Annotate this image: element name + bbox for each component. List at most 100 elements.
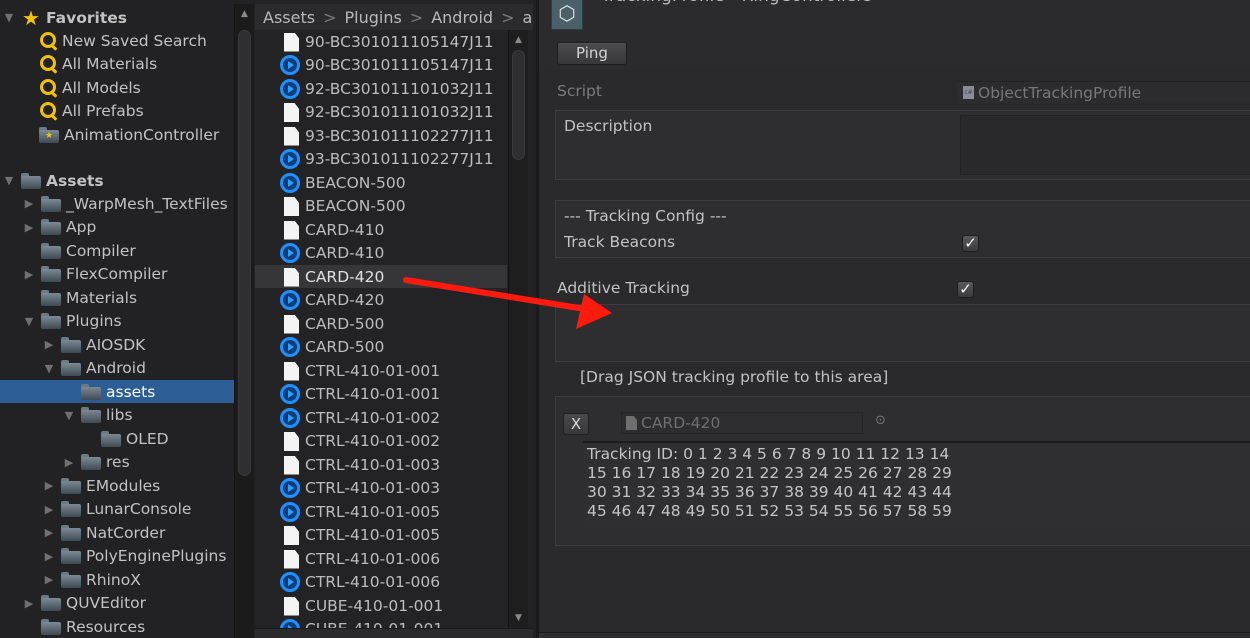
- tree-item-label: assets: [106, 382, 156, 401]
- file-item[interactable]: 93-BC301011102277J11: [255, 124, 507, 147]
- description-textarea[interactable]: [960, 115, 1250, 175]
- expand-arrow-icon[interactable]: ▶: [62, 455, 76, 469]
- file-list-scroll-thumb[interactable]: [512, 50, 525, 160]
- file-item[interactable]: BEACON-500: [255, 195, 507, 218]
- file-item[interactable]: CTRL-410-01-002: [255, 406, 507, 429]
- file-item[interactable]: 93-BC301011102277J11: [255, 148, 507, 171]
- file-item[interactable]: CUBE-410-01-001: [255, 594, 507, 617]
- collapse-arrow-icon[interactable]: ▼: [22, 314, 36, 328]
- breadcrumb-item[interactable]: a: [522, 8, 532, 27]
- expand-arrow-icon[interactable]: ▶: [42, 573, 56, 587]
- file-item[interactable]: CTRL-410-01-001: [255, 359, 507, 382]
- file-list-scrollbar[interactable]: ▲ ▼: [508, 30, 528, 628]
- file-item[interactable]: 90-BC301011105147J11: [255, 30, 507, 53]
- favorite-item[interactable]: All Materials: [0, 53, 234, 76]
- tracking-ids-line: 15 16 17 18 19 20 21 22 23 24 25 26 27 2…: [587, 464, 952, 482]
- breadcrumb-item[interactable]: Android: [431, 8, 493, 27]
- tree-item[interactable]: ▶ RhinoX: [0, 568, 234, 591]
- expand-arrow-icon[interactable]: ▼: [2, 11, 16, 25]
- expand-arrow-icon[interactable]: ▶: [22, 197, 36, 211]
- expand-arrow-icon[interactable]: ▼: [2, 174, 16, 188]
- tree-scrollbar[interactable]: ▲: [234, 4, 254, 638]
- tree-item[interactable]: ▼ Plugins: [0, 310, 234, 333]
- tree-item[interactable]: ▼ libs: [0, 404, 234, 427]
- file-item[interactable]: CARD-420: [255, 289, 507, 312]
- tree-item[interactable]: ▶ EModules: [0, 474, 234, 497]
- remove-entry-button[interactable]: X: [563, 413, 589, 435]
- breadcrumb-item[interactable]: Assets: [263, 8, 315, 27]
- file-item[interactable]: CTRL-410-01-005: [255, 500, 507, 523]
- tree-item[interactable]: assets: [0, 380, 234, 403]
- tree-item[interactable]: ▶ NatCorder: [0, 521, 234, 544]
- file-item[interactable]: CTRL-410-01-005: [255, 524, 507, 547]
- tree-item[interactable]: ▶ FlexCompiler: [0, 263, 234, 286]
- animation-clip-icon: [280, 337, 302, 357]
- tree-item[interactable]: ▼ Android: [0, 357, 234, 380]
- favorite-item[interactable]: New Saved Search: [0, 29, 234, 52]
- file-item[interactable]: 90-BC301011105147J11: [255, 54, 507, 77]
- tree-item-label: EModules: [86, 476, 161, 495]
- file-item[interactable]: CUBE-410-01-001: [255, 618, 507, 628]
- file-item[interactable]: 92-BC301011101032J11: [255, 77, 507, 100]
- tree-item[interactable]: Compiler: [0, 239, 234, 262]
- file-item-label: 90-BC301011105147J11: [305, 56, 494, 74]
- file-item-label: CUBE-410-01-001: [305, 620, 443, 628]
- tree-item[interactable]: ▶ App: [0, 216, 234, 239]
- tree-item[interactable]: Resources: [0, 615, 234, 638]
- object-picker-icon[interactable]: ⊙: [875, 413, 886, 428]
- text-asset-icon: [280, 314, 302, 334]
- tree-item[interactable]: ▶ PolyEnginePlugins: [0, 545, 234, 568]
- file-item[interactable]: CARD-420: [255, 265, 507, 288]
- expand-arrow-icon[interactable]: ▶: [42, 502, 56, 516]
- scroll-up-arrow-icon[interactable]: ▲: [235, 6, 254, 22]
- tree-item[interactable]: ▶ QUVEditor: [0, 592, 234, 615]
- expand-arrow-icon[interactable]: ▶: [42, 479, 56, 493]
- breadcrumb-item[interactable]: Plugins: [344, 8, 401, 27]
- tree-scroll-thumb[interactable]: [238, 30, 251, 476]
- expand-arrow-icon[interactable]: ▶: [22, 220, 36, 234]
- expand-arrow-icon[interactable]: ▶: [42, 549, 56, 563]
- file-item[interactable]: CTRL-410-01-006: [255, 547, 507, 570]
- tree-item[interactable]: OLED: [0, 427, 234, 450]
- tree-item[interactable]: ▶ LunarConsole: [0, 498, 234, 521]
- track-beacons-checkbox[interactable]: ✓: [962, 235, 979, 252]
- additive-tracking-checkbox[interactable]: ✓: [957, 281, 974, 298]
- file-item[interactable]: CTRL-410-01-006: [255, 571, 507, 594]
- tree-item[interactable]: Materials: [0, 286, 234, 309]
- file-item-label: CTRL-410-01-005: [305, 526, 441, 544]
- scroll-up-arrow-icon[interactable]: ▲: [509, 32, 528, 48]
- scroll-down-arrow-icon[interactable]: ▼: [509, 610, 528, 626]
- script-value: ObjectTrackingProfile: [978, 83, 1142, 102]
- expand-arrow-icon[interactable]: ▶: [22, 596, 36, 610]
- tree-item[interactable]: ▶ _WarpMesh_TextFiles: [0, 192, 234, 215]
- favorite-item[interactable]: All Models: [0, 76, 234, 99]
- file-item[interactable]: CARD-410: [255, 218, 507, 241]
- json-drop-area[interactable]: [555, 304, 1250, 362]
- file-item[interactable]: CTRL-410-01-003: [255, 477, 507, 500]
- expand-arrow-icon[interactable]: ▶: [42, 526, 56, 540]
- file-item[interactable]: CARD-500: [255, 336, 507, 359]
- tree-item[interactable]: ▶ AIOSDK: [0, 333, 234, 356]
- collapse-arrow-icon[interactable]: ▼: [42, 361, 56, 375]
- file-item[interactable]: 92-BC301011101032J11: [255, 101, 507, 124]
- file-item[interactable]: CARD-410: [255, 242, 507, 265]
- file-item[interactable]: CARD-500: [255, 312, 507, 335]
- tracking-ids-line: Tracking ID: 0 1 2 3 4 5 6 7 8 9 10 11 1…: [587, 445, 950, 463]
- assets-root[interactable]: ▼ Assets: [0, 169, 234, 192]
- file-item[interactable]: BEACON-500: [255, 171, 507, 194]
- object-field[interactable]: CARD-420: [621, 412, 863, 434]
- expand-arrow-icon[interactable]: ▶: [22, 267, 36, 281]
- star-icon: ★: [22, 5, 40, 30]
- collapse-arrow-icon[interactable]: ▼: [62, 408, 76, 422]
- favorite-item[interactable]: All Prefabs: [0, 100, 234, 123]
- favorite-item[interactable]: ★ AnimationController: [0, 123, 234, 146]
- favorites-header[interactable]: ▼ ★ Favorites: [0, 5, 234, 30]
- tree-item[interactable]: ▶ res: [0, 451, 234, 474]
- chevron-right-icon: >: [323, 7, 337, 27]
- file-item[interactable]: CTRL-410-01-003: [255, 453, 507, 476]
- file-item[interactable]: CTRL-410-01-001: [255, 383, 507, 406]
- ping-button[interactable]: Ping: [557, 42, 627, 65]
- expand-arrow-icon[interactable]: ▶: [42, 338, 56, 352]
- file-item[interactable]: CTRL-410-01-002: [255, 430, 507, 453]
